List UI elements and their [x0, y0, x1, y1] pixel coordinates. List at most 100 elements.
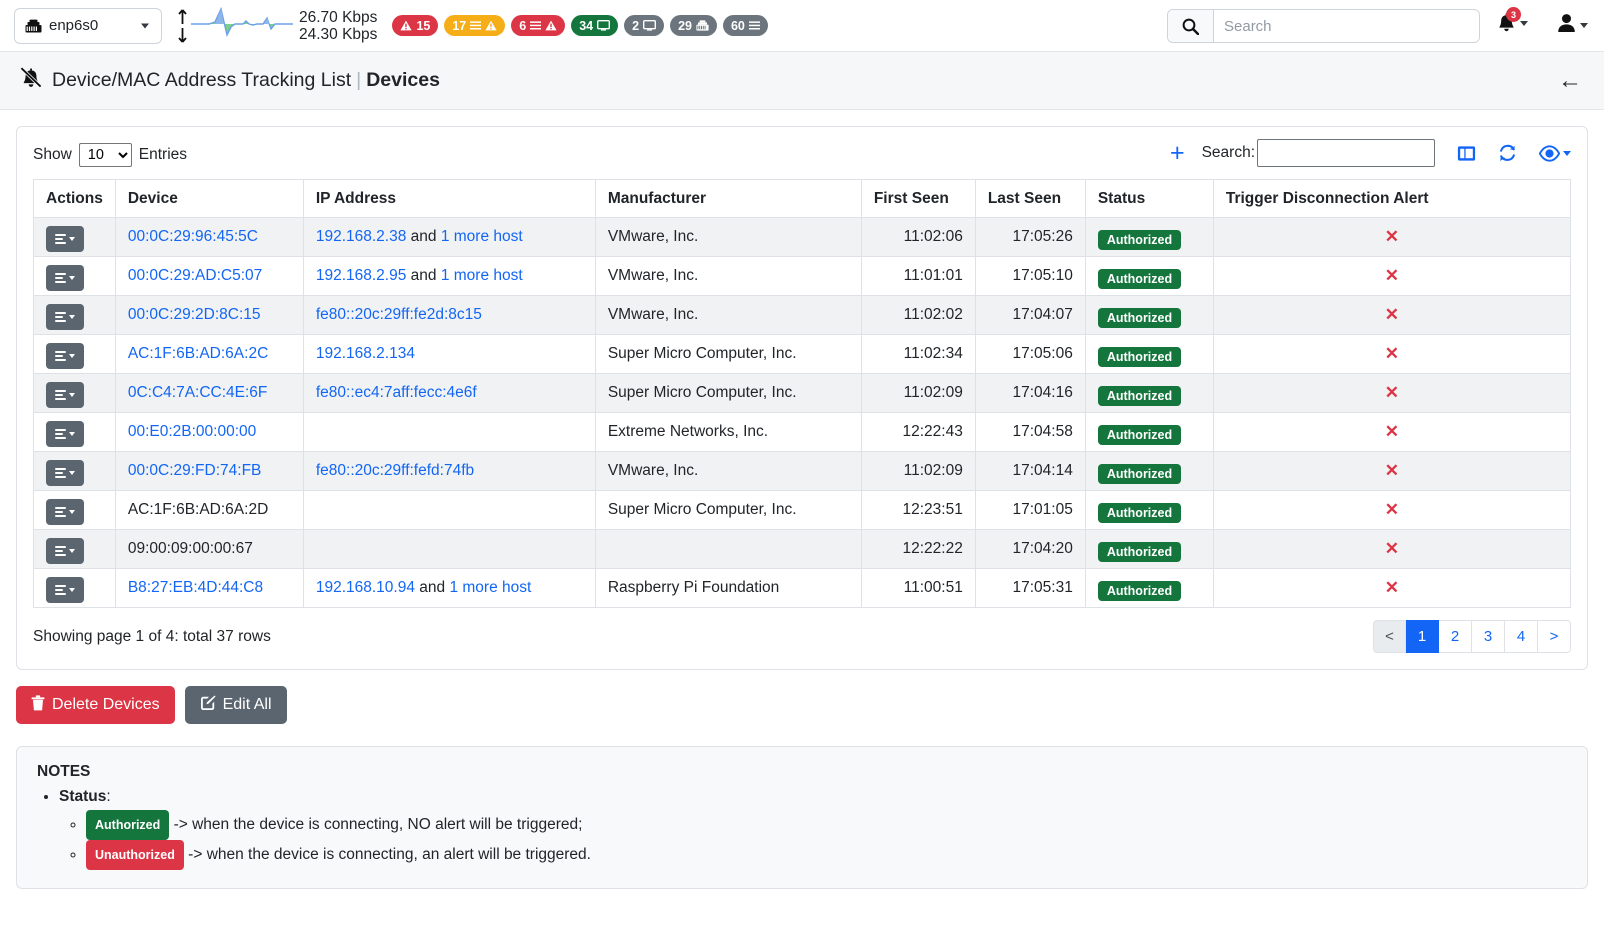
- cell-last-seen: 17:05:10: [974, 256, 1086, 296]
- status-badge: Authorized: [1097, 425, 1182, 445]
- ip-address-link[interactable]: fe80::20c:29ff:fe2d:8c15: [316, 306, 482, 323]
- row-actions-button[interactable]: [46, 576, 84, 603]
- row-actions-button[interactable]: [46, 303, 84, 330]
- x-icon[interactable]: ✕: [1385, 578, 1399, 597]
- notifications-menu[interactable]: 3: [1497, 7, 1528, 34]
- row-actions-button[interactable]: [46, 537, 84, 564]
- pagination-prev[interactable]: <: [1373, 620, 1406, 653]
- pill-alerts-critical[interactable]: 15: [392, 15, 439, 36]
- ip-address-link[interactable]: 192.168.10.94: [316, 579, 415, 596]
- pagination-page-2[interactable]: 2: [1439, 620, 1472, 653]
- global-search[interactable]: [1167, 9, 1480, 43]
- ip-address-link[interactable]: 192.168.2.38: [316, 228, 407, 245]
- more-hosts-link[interactable]: 1 more host: [449, 579, 531, 596]
- action-bar: Delete Devices Edit All: [16, 686, 1588, 724]
- notes-item: Authorized -> when the device is connect…: [86, 810, 1567, 840]
- more-hosts-link[interactable]: 1 more host: [441, 267, 523, 284]
- x-icon[interactable]: ✕: [1385, 422, 1399, 441]
- x-icon[interactable]: ✕: [1385, 539, 1399, 558]
- status-badge: Authorized: [1097, 230, 1182, 250]
- x-icon[interactable]: ✕: [1385, 383, 1399, 402]
- eye-icon[interactable]: [1539, 144, 1571, 162]
- x-icon[interactable]: ✕: [1385, 227, 1399, 246]
- cell-manufacturer: Super Micro Computer, Inc.: [594, 334, 862, 374]
- ip-address-link[interactable]: fe80::20c:29ff:fefd:74fb: [316, 462, 474, 479]
- cell-trigger-alert: ✕: [1212, 412, 1572, 452]
- chevron-down-icon: [69, 431, 75, 436]
- delete-devices-button[interactable]: Delete Devices: [16, 686, 175, 724]
- col-device[interactable]: Device: [114, 179, 304, 218]
- cell-manufacturer: VMware, Inc.: [594, 217, 862, 257]
- pill-list-total[interactable]: 60: [722, 15, 768, 36]
- page-title-main: Device/MAC Address Tracking List: [52, 69, 352, 91]
- col-trigger-alert[interactable]: Trigger Disconnection Alert: [1212, 179, 1572, 218]
- global-search-input[interactable]: [1214, 10, 1479, 42]
- col-manufacturer[interactable]: Manufacturer: [594, 179, 862, 218]
- cell-status: Authorized: [1084, 334, 1214, 374]
- cell-ip-address: 192.168.2.95 and 1 more host: [302, 256, 596, 296]
- col-status[interactable]: Status: [1084, 179, 1214, 218]
- device-mac-link[interactable]: AC:1F:6B:AD:6A:2C: [128, 345, 268, 362]
- col-ip-address[interactable]: IP Address: [302, 179, 596, 218]
- col-first-seen[interactable]: First Seen: [860, 179, 976, 218]
- cell-manufacturer: VMware, Inc.: [594, 451, 862, 491]
- col-last-seen[interactable]: Last Seen: [974, 179, 1086, 218]
- ip-address-link[interactable]: 192.168.2.134: [316, 345, 415, 362]
- plus-icon[interactable]: +: [1170, 140, 1185, 166]
- notes-status-colon: :: [106, 788, 111, 805]
- cell-trigger-alert: ✕: [1212, 334, 1572, 374]
- more-hosts-link[interactable]: 1 more host: [441, 228, 523, 245]
- device-mac-link[interactable]: 00:0C:29:2D:8C:15: [128, 306, 261, 323]
- cell-actions: [33, 217, 116, 257]
- x-icon[interactable]: ✕: [1385, 344, 1399, 363]
- search-icon[interactable]: [1168, 10, 1214, 42]
- x-icon[interactable]: ✕: [1385, 266, 1399, 285]
- x-icon[interactable]: ✕: [1385, 500, 1399, 519]
- row-actions-button[interactable]: [46, 381, 84, 408]
- row-actions-button[interactable]: [46, 459, 84, 486]
- ip-address-link[interactable]: 192.168.2.95: [316, 267, 407, 284]
- table-header-row: Actions Device IP Address Manufacturer F…: [33, 179, 1572, 218]
- device-mac-link[interactable]: 00:0C:29:AD:C5:07: [128, 267, 262, 284]
- pagination-next[interactable]: >: [1538, 620, 1571, 653]
- row-actions-button[interactable]: [46, 498, 84, 525]
- device-mac-link[interactable]: B8:27:EB:4D:44:C8: [128, 579, 263, 596]
- cell-last-seen: 17:04:20: [974, 529, 1086, 569]
- pagination-page-3[interactable]: 3: [1472, 620, 1505, 653]
- device-mac-link[interactable]: 00:0C:29:FD:74:FB: [128, 462, 262, 479]
- edit-all-button[interactable]: Edit All: [184, 686, 287, 724]
- chevron-down-icon: [69, 392, 75, 397]
- row-actions-button[interactable]: [46, 342, 84, 369]
- pill-alerts-warning[interactable]: 17: [444, 15, 506, 36]
- refresh-icon[interactable]: [1498, 144, 1517, 163]
- device-mac-link[interactable]: 00:E0:2B:00:00:00: [128, 423, 256, 440]
- table-search-input[interactable]: [1257, 139, 1435, 167]
- cell-actions: [33, 529, 116, 569]
- pill-hosts-online[interactable]: 34: [571, 15, 619, 36]
- columns-icon[interactable]: [1457, 144, 1476, 163]
- chevron-down-icon: [1580, 23, 1588, 28]
- cell-actions: [33, 412, 116, 452]
- row-actions-button[interactable]: [46, 264, 84, 291]
- chevron-down-icon: [69, 236, 75, 241]
- row-actions-button[interactable]: [46, 225, 84, 252]
- device-mac-link[interactable]: 00:0C:29:96:45:5C: [128, 228, 258, 245]
- interface-selector[interactable]: enp6s0: [14, 7, 162, 44]
- x-icon[interactable]: ✕: [1385, 305, 1399, 324]
- device-mac-link[interactable]: 0C:C4:7A:CC:4E:6F: [128, 384, 268, 401]
- entries-select[interactable]: 102550100: [78, 143, 132, 167]
- row-actions-button[interactable]: [46, 420, 84, 447]
- pagination-page-1[interactable]: 1: [1406, 620, 1439, 653]
- x-icon[interactable]: ✕: [1385, 461, 1399, 480]
- cell-actions: [33, 334, 116, 374]
- ip-address-link[interactable]: fe80::ec4:7aff:fecc:4e6f: [316, 384, 477, 401]
- pill-alerts-error[interactable]: 6: [511, 15, 566, 36]
- pill-hosts-other[interactable]: 2: [624, 15, 665, 36]
- back-arrow-icon[interactable]: ←: [1558, 68, 1582, 93]
- user-menu[interactable]: [1557, 13, 1588, 38]
- cell-first-seen: 12:22:22: [860, 529, 976, 569]
- pill-devices[interactable]: 29: [670, 15, 717, 36]
- pagination-page-4[interactable]: 4: [1505, 620, 1538, 653]
- cell-device: 00:0C:29:FD:74:FB: [114, 451, 304, 491]
- chevron-down-icon: [69, 353, 75, 358]
